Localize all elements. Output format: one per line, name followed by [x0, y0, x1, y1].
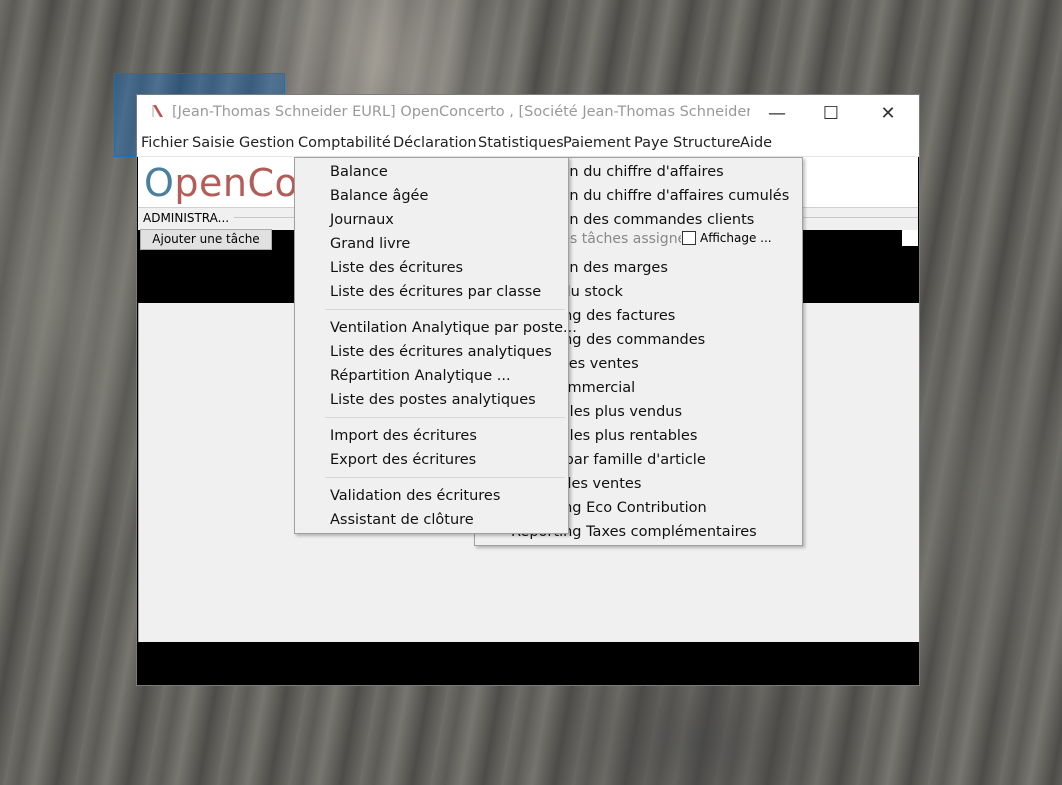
menu-item-balance[interactable]: Balance	[330, 164, 388, 180]
menu-separator	[325, 477, 565, 478]
menu-paiement[interactable]: Paiement	[563, 135, 631, 151]
display-checkbox-group: Affichage ...	[681, 231, 781, 253]
title-bar[interactable]: [Jean-Thomas Schneider EURL] OpenConcert…	[137, 95, 919, 131]
panel-corner	[902, 230, 918, 246]
menu-item-export-ecritures[interactable]: Export des écritures	[330, 452, 476, 468]
display-checkbox[interactable]	[682, 231, 696, 245]
menu-comptabilite[interactable]: Comptabilité	[298, 135, 391, 151]
menu-fichier[interactable]: Fichier	[141, 135, 188, 151]
menu-aide[interactable]: Aide	[740, 135, 772, 151]
menu-bar: Fichier Saisie Gestion Comptabilité Décl…	[137, 131, 919, 157]
menu-item-liste-ecritures-classe[interactable]: Liste des écritures par classe	[330, 284, 541, 300]
menu-separator	[325, 417, 565, 418]
menu-item-grand-livre[interactable]: Grand livre	[330, 236, 410, 252]
add-task-button[interactable]: Ajouter une tâche	[140, 229, 272, 250]
menu-item-liste-ecritures-analytiques[interactable]: Liste des écritures analytiques	[330, 344, 552, 360]
tab-administrateur[interactable]: ADMINISTRA...	[143, 211, 229, 225]
window-title: [Jean-Thomas Schneider EURL] OpenConcert…	[172, 104, 750, 120]
menu-item-validation-ecritures[interactable]: Validation des écritures	[330, 488, 500, 504]
menu-declaration[interactable]: Déclaration	[393, 135, 477, 151]
display-checkbox-label: Affichage ...	[700, 231, 772, 245]
menu-gestion[interactable]: Gestion	[239, 135, 295, 151]
menu-statistiques[interactable]: Statistiques	[478, 135, 564, 151]
menu-separator	[325, 309, 565, 310]
menu-item-liste-postes-analytiques[interactable]: Liste des postes analytiques	[330, 392, 536, 408]
comptabilite-dropdown: Balance Balance âgée Journaux Grand livr…	[294, 157, 577, 534]
menu-item-liste-ecritures[interactable]: Liste des écritures	[330, 260, 463, 276]
menu-item-ventilation-analytique[interactable]: Ventilation Analytique par poste...	[330, 320, 577, 336]
menu-item-assistant-cloture[interactable]: Assistant de clôture	[330, 512, 474, 528]
menu-item-repartition-analytique[interactable]: Répartition Analytique ...	[330, 368, 511, 384]
menu-structure[interactable]: Structure	[673, 135, 740, 151]
menu-paye[interactable]: Paye	[634, 135, 668, 151]
app-icon	[152, 105, 163, 117]
menu-item-balance-agee[interactable]: Balance âgée	[330, 188, 428, 204]
menu-item-import-ecritures[interactable]: Import des écritures	[330, 428, 477, 444]
minimize-button[interactable]: —	[754, 95, 800, 131]
close-button[interactable]: ✕	[865, 95, 911, 131]
menu-item-journaux[interactable]: Journaux	[330, 212, 394, 228]
maximize-button[interactable]: ☐	[808, 95, 854, 131]
menu-saisie[interactable]: Saisie	[192, 135, 235, 151]
